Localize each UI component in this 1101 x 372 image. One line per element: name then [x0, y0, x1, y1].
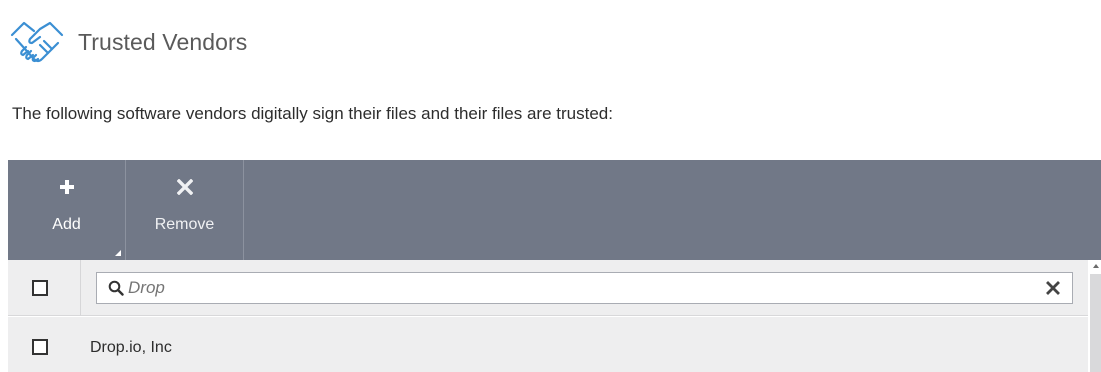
panel-header: Trusted Vendors	[8, 12, 247, 72]
toolbar: Add Remove	[8, 160, 1101, 260]
page-title: Trusted Vendors	[78, 28, 248, 55]
vertical-scrollbar[interactable]	[1090, 260, 1101, 372]
search-field[interactable]	[96, 272, 1073, 304]
filter-row	[8, 260, 1088, 316]
x-icon	[175, 177, 195, 197]
add-button-label: Add	[52, 216, 81, 233]
table-row[interactable]: Drop.io, Inc	[8, 317, 1088, 372]
dropdown-corner-icon[interactable]	[115, 250, 121, 256]
search-input[interactable]	[128, 274, 1044, 302]
select-all-checkbox[interactable]	[32, 280, 48, 296]
description-text: The following software vendors digitally…	[12, 104, 613, 123]
scrollbar-thumb[interactable]	[1090, 274, 1101, 372]
row-checkbox[interactable]	[32, 339, 48, 355]
vendors-table: Drop.io, Inc	[8, 260, 1088, 372]
plus-icon	[57, 177, 77, 197]
clear-icon[interactable]	[1044, 279, 1062, 297]
add-button[interactable]: Add	[8, 160, 126, 260]
search-icon	[107, 279, 125, 297]
vendor-name: Drop.io, Inc	[90, 339, 172, 356]
trusted-vendors-panel: Trusted Vendors The following software v…	[0, 0, 1101, 372]
handshake-icon	[10, 21, 64, 63]
column-divider	[80, 260, 81, 316]
scroll-up-icon[interactable]	[1093, 264, 1099, 268]
remove-button[interactable]: Remove	[126, 160, 244, 260]
remove-button-label: Remove	[154, 216, 215, 233]
